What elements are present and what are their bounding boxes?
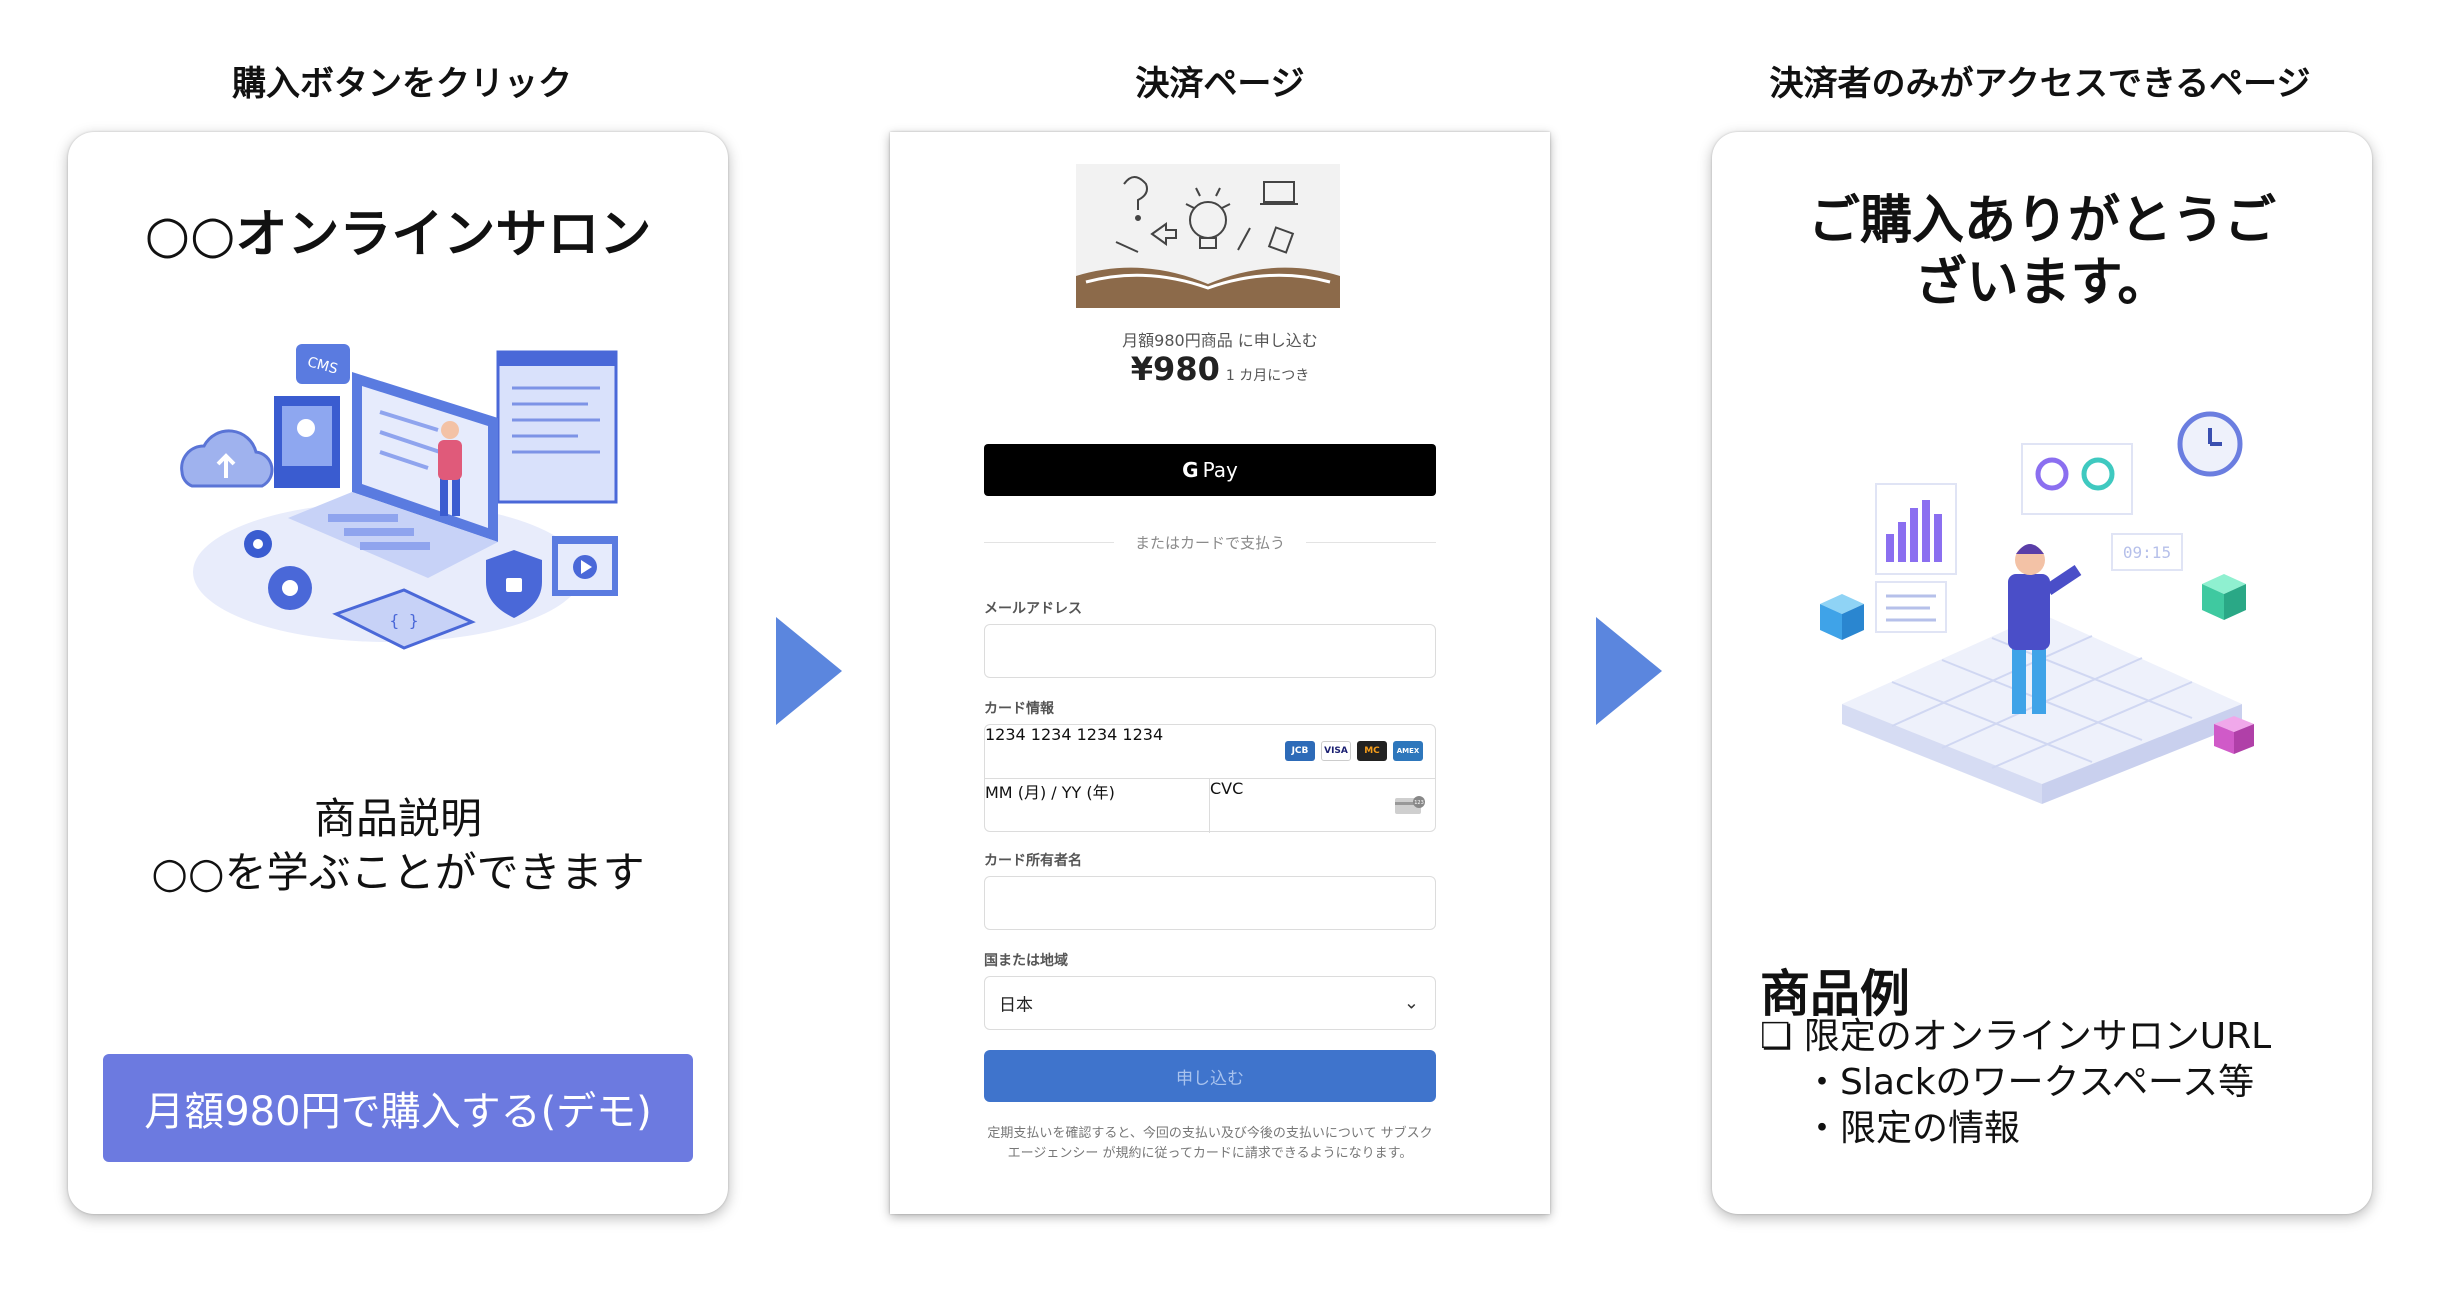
price: ¥980: [1130, 350, 1220, 388]
expiry-field[interactable]: MM (月) / YY (年): [985, 779, 1210, 833]
examples-list: ❏ 限定のオンラインサロンURL ・Slackのワークスペース等 ・限定の情報: [1760, 1014, 2271, 1152]
example-item: ・Slackのワークスペース等: [1804, 1062, 2255, 1103]
description-heading: 商品説明: [313, 794, 482, 843]
members-card: ご購入ありがとうご ざいます。 09:15 商品例 ❏ 限定のオンラインサロンU…: [1712, 132, 2372, 1214]
divider-text: またはカードで支払う: [1134, 534, 1285, 552]
thank-you-line-1: ご購入ありがとうご: [1807, 191, 2276, 251]
or-pay-with-card-divider: またはカードで支払う: [984, 532, 1436, 552]
country-select[interactable]: 日本 ⌄: [984, 976, 1436, 1030]
google-pay-button[interactable]: G Pay: [984, 444, 1436, 496]
jcb-icon: JCB: [1285, 741, 1315, 761]
country-label: 国または地域: [984, 953, 1068, 969]
google-g-icon: G: [1182, 458, 1199, 482]
subscribe-button[interactable]: 申し込む: [984, 1050, 1436, 1102]
card-info-group: 1234 1234 1234 1234 JCB VISA MC AMEX MM …: [984, 724, 1437, 833]
cvc-field[interactable]: CVC 123: [1210, 779, 1437, 833]
expiry-placeholder: MM (月) / YY (年): [985, 783, 1115, 802]
email-field[interactable]: [984, 624, 1436, 678]
product-name: 月額980円商品 に申し込む: [1122, 331, 1318, 350]
product-card: ○○オンラインサロン CMS {} 商品説明 ○○を学ぶことができます 月額9…: [68, 132, 728, 1214]
example-item: ・限定の情報: [1804, 1108, 2021, 1149]
description-body: ○○を学ぶことができます: [151, 848, 645, 897]
salon-title: ○○オンラインサロン: [144, 205, 652, 265]
flow-arrow-1-icon: [776, 617, 842, 725]
mastercard-icon: MC: [1357, 741, 1387, 761]
checkout-card: 月額980円商品 に申し込む ¥980 1 カ月につき G Pay またはカードで支…: [890, 132, 1550, 1214]
cardholder-label: カード所有者名: [984, 853, 1082, 869]
example-item: ❏ 限定のオンラインサロンURL: [1760, 1016, 2272, 1057]
analytics-dashboard-illustration: 09:15: [1820, 411, 2254, 804]
country-value: 日本: [999, 995, 1033, 1016]
amex-icon: AMEX: [1393, 741, 1423, 761]
purchase-button[interactable]: 月額980円で購入する(デモ): [103, 1054, 693, 1162]
cvc-placeholder: CVC: [1210, 779, 1244, 798]
flow-arrow-2-icon: [1596, 617, 1662, 725]
cvc-card-icon: 123: [1395, 796, 1425, 814]
card-number-placeholder: 1234 1234 1234 1234: [985, 725, 1164, 744]
thank-you-title: ご購入ありがとうご ざいます。: [1712, 190, 2372, 314]
card-number-field[interactable]: 1234 1234 1234 1234 JCB VISA MC AMEX: [985, 725, 1435, 779]
card-brands: JCB VISA MC AMEX: [1285, 741, 1423, 761]
billing-period: 1 カ月につき: [1225, 368, 1310, 384]
price-row: ¥980 1 カ月につき: [890, 350, 1550, 388]
svg-text:{ }: { }: [390, 611, 419, 630]
cardholder-field[interactable]: [984, 876, 1436, 930]
step-title-checkout: 決済ページ: [1135, 64, 1305, 104]
svg-text:09:15: 09:15: [2123, 543, 2171, 562]
product-description: 商品説明 ○○を学ぶことができます: [68, 792, 728, 900]
gpay-label: Pay: [1202, 458, 1238, 482]
product-thumbnail: [1076, 164, 1340, 308]
step-title-purchase: 購入ボタンをクリック: [232, 64, 572, 104]
email-label: メールアドレス: [984, 601, 1082, 617]
svg-text:123: 123: [1414, 800, 1424, 806]
card-info-label: カード情報: [984, 701, 1054, 717]
thank-you-line-2: ざいます。: [1914, 253, 2170, 313]
chevron-down-icon: ⌄: [1403, 992, 1419, 1014]
visa-icon: VISA: [1321, 741, 1351, 761]
step-title-members-page: 決済者のみがアクセスできるページ: [1769, 64, 2311, 104]
terms-text: 定期支払いを確認すると、今回の支払い及び今後の支払いについて サブスクエージェン…: [987, 1126, 1433, 1161]
online-learning-illustration: CMS { }: [180, 344, 618, 650]
